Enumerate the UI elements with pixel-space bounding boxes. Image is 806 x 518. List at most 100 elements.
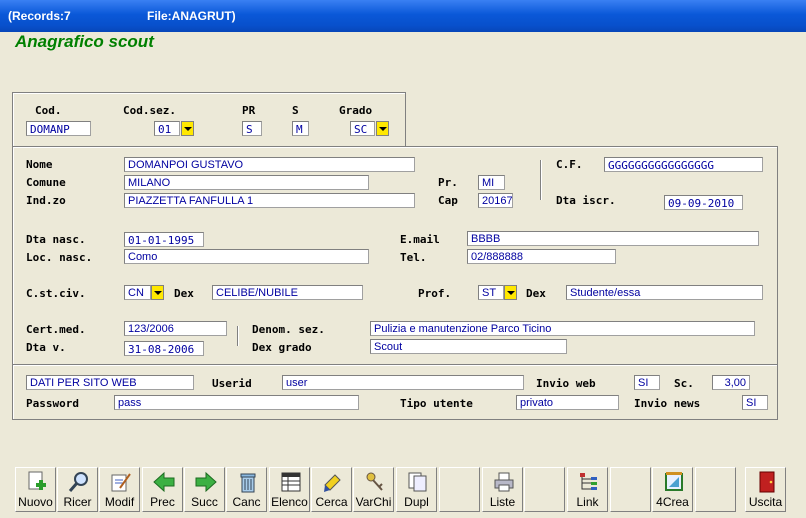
succ-button[interactable]: Succ [184, 467, 225, 512]
dtanasc-field[interactable]: 01-01-1995 [124, 232, 204, 247]
canc-label: Canc [232, 495, 261, 509]
cerca-label: Cerca [315, 495, 348, 509]
toolbar: Nuovo Ricer Modif Prec Succ Canc Elenco … [11, 462, 789, 512]
tipoutente-field[interactable]: privato [516, 395, 619, 410]
dexgrado-label: Dex grado [252, 341, 312, 354]
certmed-field[interactable]: 123/2006 [124, 321, 227, 336]
certmed-label: Cert.med. [26, 323, 86, 336]
invionews-field[interactable]: SI [742, 395, 768, 410]
dtav-field[interactable]: 31-08-2006 [124, 341, 204, 356]
dex2-field[interactable]: Studente/essa [566, 285, 763, 300]
empty-button-2[interactable] [524, 467, 565, 512]
indzo-label: Ind.zo [26, 194, 66, 207]
cod-label: Cod. [35, 104, 62, 117]
dtanasc-label: Dta nasc. [26, 233, 86, 246]
s-label: S [292, 104, 299, 117]
userid-field[interactable]: user [282, 375, 524, 390]
dexgrado-field[interactable]: Scout [370, 339, 567, 354]
liste-button[interactable]: Liste [482, 467, 523, 512]
exit-door-icon [759, 471, 775, 493]
list-icon [281, 472, 301, 492]
create-icon [665, 472, 683, 491]
succ-label: Succ [191, 495, 218, 509]
dupl-label: Dupl [404, 495, 429, 509]
cap-field[interactable]: 20167 [478, 193, 513, 208]
modif-button[interactable]: Modif [99, 467, 140, 512]
trash-icon [240, 473, 256, 493]
crea-button[interactable]: 4Crea [652, 467, 693, 512]
grado-field[interactable]: SC [350, 121, 375, 136]
comune-field[interactable]: MILANO [124, 175, 369, 190]
search-icon [68, 472, 88, 492]
cf-field[interactable]: GGGGGGGGGGGGGGGG [604, 157, 763, 172]
codsez-dropdown-button[interactable] [181, 121, 194, 136]
prof-dropdown-button[interactable] [504, 285, 517, 300]
dtaiscr-field[interactable]: 09-09-2010 [664, 195, 743, 210]
grado-dropdown-button[interactable] [376, 121, 389, 136]
cstciv-dropdown-button[interactable] [151, 285, 164, 300]
sc-field[interactable]: 3,00 [712, 375, 750, 390]
nuovo-button[interactable]: Nuovo [15, 467, 56, 512]
page-title: Anagrafico scout [15, 32, 154, 51]
link-button[interactable]: Link [567, 467, 608, 512]
invionews-label: Invio news [634, 397, 701, 410]
records-count: (Records:7 [8, 9, 71, 23]
elenco-button[interactable]: Elenco [269, 467, 310, 512]
cod-field[interactable]: DOMANP [26, 121, 91, 136]
locnasc-label: Loc. nasc. [26, 251, 93, 264]
prec-button[interactable]: Prec [142, 467, 183, 512]
canc-button[interactable]: Canc [226, 467, 267, 512]
cerca-button[interactable]: Cerca [311, 467, 352, 512]
nome-field[interactable]: DOMANPOI GUSTAVO [124, 157, 415, 172]
denomsez-field[interactable]: Pulizia e manutenzione Parco Ticino [370, 321, 755, 336]
dtav-label: Dta v. [26, 341, 66, 354]
codsez-field[interactable]: 01 [154, 121, 180, 136]
locnasc-field[interactable]: Como [124, 249, 369, 264]
s-field[interactable]: M [292, 121, 309, 136]
invioweb-field[interactable]: SI [634, 375, 660, 390]
arrow-left-icon [153, 471, 175, 493]
cstciv-field[interactable]: CN [124, 285, 151, 300]
empty-button-4[interactable] [695, 467, 736, 512]
varchi-button[interactable]: VarChi [353, 467, 394, 512]
vertical-divider [540, 160, 542, 200]
modif-label: Modif [104, 495, 135, 509]
indzo-field[interactable]: PIAZZETTA FANFULLA 1 [124, 193, 415, 208]
varchi-label: VarChi [355, 495, 392, 509]
web-section-title: DATI PER SITO WEB [26, 375, 194, 390]
tipoutente-label: Tipo utente [400, 397, 473, 410]
link-label: Link [576, 495, 599, 509]
prof-field[interactable]: ST [478, 285, 504, 300]
dex1-field[interactable]: CELIBE/NUBILE [212, 285, 363, 300]
email-label: E.mail [400, 233, 440, 246]
nuovo-label: Nuovo [18, 495, 53, 509]
dex1-label: Dex [174, 287, 194, 300]
email-field[interactable]: BBBB [467, 231, 759, 246]
userid-label: Userid [212, 377, 252, 390]
tel-label: Tel. [400, 251, 427, 264]
pr-field[interactable]: S [242, 121, 262, 136]
denomsez-label: Denom. sez. [252, 323, 325, 336]
grado-label: Grado [339, 104, 373, 117]
keys-icon [366, 472, 383, 491]
dtaiscr-label: Dta iscr. [556, 194, 616, 207]
ricer-button[interactable]: Ricer [57, 467, 98, 512]
provincia-field[interactable]: MI [478, 175, 505, 190]
tel-field[interactable]: 02/888888 [467, 249, 616, 264]
password-label: Password [26, 397, 79, 410]
provincia-label: Pr. [438, 176, 458, 189]
codsez-label: Cod.sez. [123, 104, 176, 117]
edit-document-icon [111, 473, 131, 492]
empty-button-1[interactable] [439, 467, 480, 512]
invioweb-label: Invio web [536, 377, 596, 390]
printer-icon [494, 472, 514, 492]
elenco-label: Elenco [271, 495, 308, 509]
dupl-button[interactable]: Dupl [396, 467, 437, 512]
empty-button-3[interactable] [610, 467, 651, 512]
liste-label: Liste [489, 495, 516, 509]
prec-label: Prec [150, 495, 175, 509]
uscita-button[interactable]: Uscita [745, 467, 786, 512]
sc-label: Sc. [674, 377, 694, 390]
password-field[interactable]: pass [114, 395, 359, 410]
pr-label: PR [242, 104, 256, 117]
